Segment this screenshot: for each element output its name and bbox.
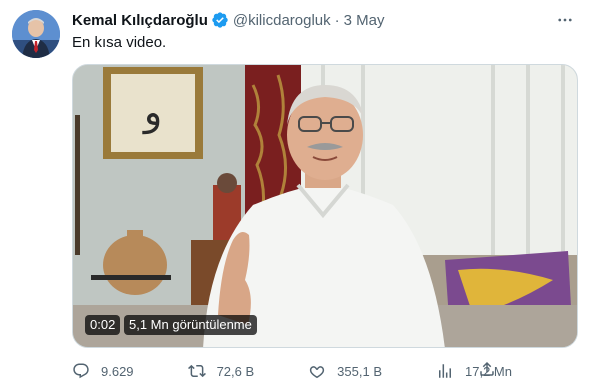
reply-count: 9.629 [101, 363, 134, 379]
heart-icon [310, 366, 325, 379]
author-name[interactable]: Kemal Kılıçdaroğlu [72, 12, 208, 29]
svg-text:و: و [142, 90, 162, 135]
verified-badge-icon [211, 11, 229, 29]
tweet-actions: 9.629 72,6 B 355,1 B 17,2 Mn [72, 360, 512, 382]
share-icon [480, 361, 494, 376]
reply-icon [73, 363, 89, 379]
separator-dot: · [334, 11, 340, 29]
tweet-header: Kemal Kılıçdaroğlu @kilicdarogluk · 3 Ma… [72, 10, 579, 30]
retweet-count: 72,6 B [216, 363, 255, 379]
video-player[interactable]: و 0:02 5,1 Mn görüntülenme [72, 64, 578, 348]
more-options-icon[interactable] [551, 8, 579, 32]
tweet-date[interactable]: 3 May [344, 12, 385, 29]
tweet: Kemal Kılıçdaroğlu @kilicdarogluk · 3 Ma… [0, 0, 591, 389]
video-view-count: 5,1 Mn görüntülenme [124, 315, 257, 335]
author-handle[interactable]: @kilicdarogluk [233, 12, 331, 29]
video-duration: 0:02 [85, 315, 121, 335]
retweet-icon [187, 364, 206, 378]
reply-button[interactable]: 9.629 [72, 362, 134, 380]
views-button[interactable]: 17,2 Mn [436, 362, 512, 380]
retweet-button[interactable]: 72,6 B [187, 362, 255, 380]
analytics-icon [439, 364, 452, 378]
tweet-text: En kısa video. [72, 34, 167, 51]
video-frame: و [73, 65, 577, 347]
share-button[interactable] [478, 360, 496, 383]
like-button[interactable]: 355,1 B [308, 362, 382, 380]
author-avatar[interactable] [12, 10, 60, 58]
like-count: 355,1 B [337, 363, 382, 379]
